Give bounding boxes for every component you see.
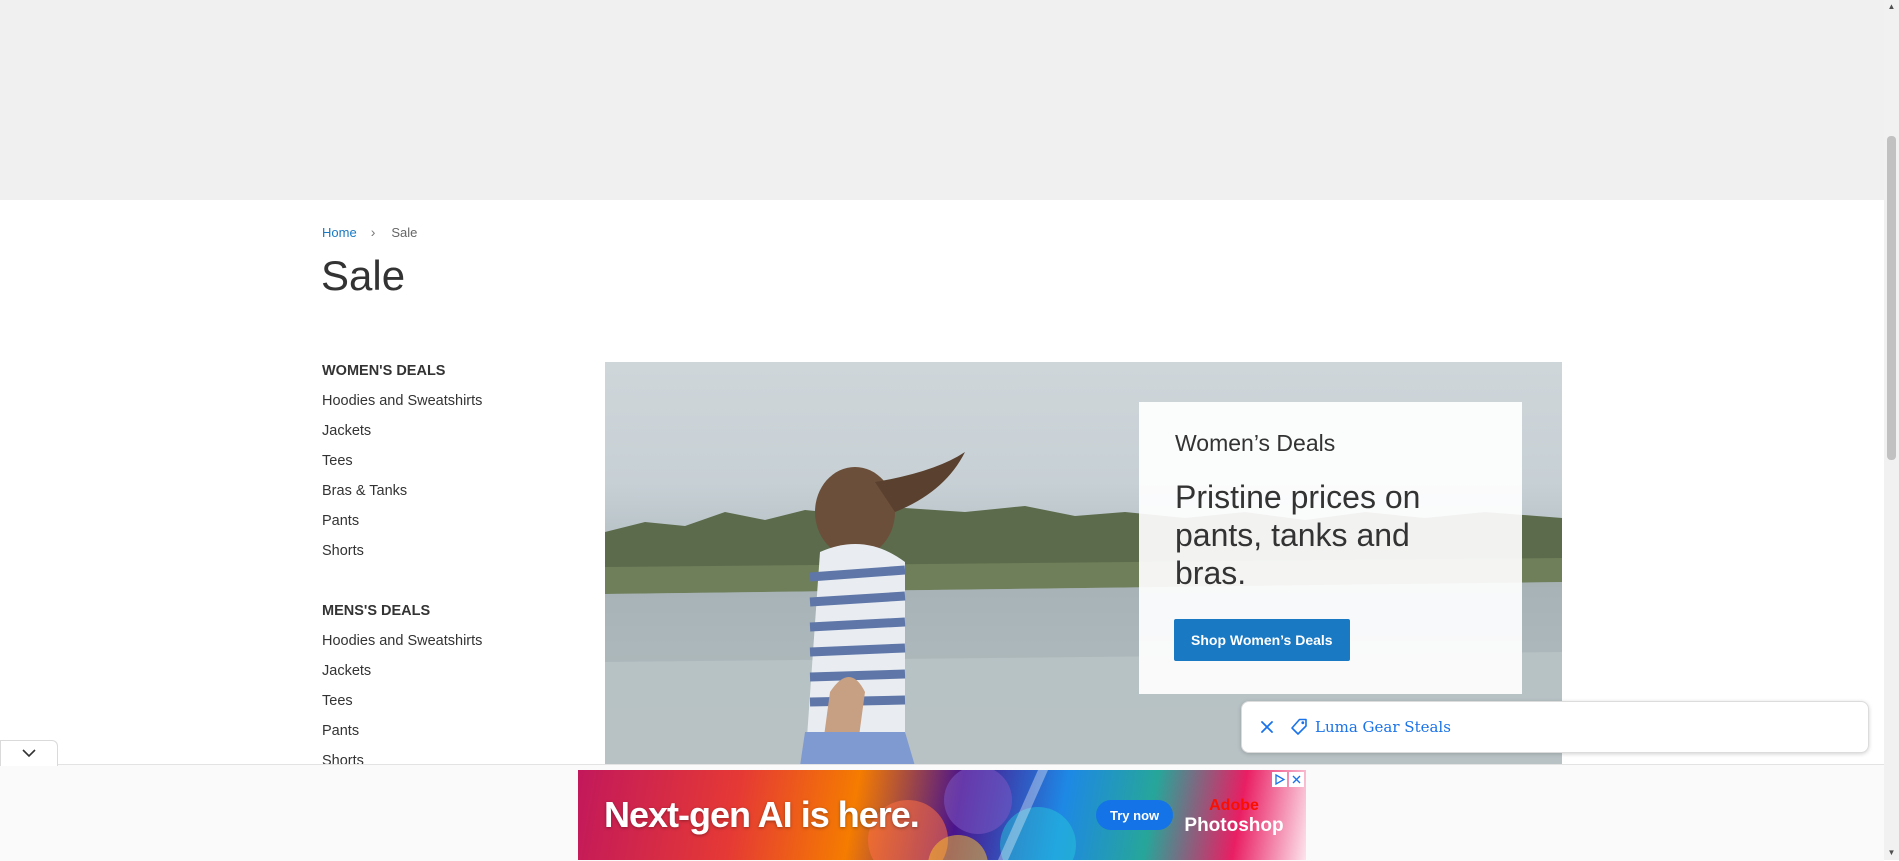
- promo-eyebrow: Women’s Deals: [1175, 430, 1336, 456]
- page-header-area: [0, 0, 1884, 200]
- womens-deals-heading: WOMEN'S DEALS: [322, 363, 446, 379]
- ad-info-icon[interactable]: [1272, 772, 1287, 787]
- tag-icon: [1289, 717, 1309, 737]
- luma-gear-steals-link[interactable]: Luma Gear Steals: [1315, 718, 1451, 736]
- sidebar-item-mens-jackets[interactable]: Jackets: [322, 663, 582, 693]
- scroll-down-icon[interactable]: ▼: [1885, 848, 1898, 858]
- womens-deals-group: WOMEN'S DEALS Hoodies and Sweatshirts Ja…: [322, 363, 582, 573]
- shop-womens-deals-button[interactable]: Shop Women’s Deals: [1174, 619, 1350, 661]
- ad-choices: [1272, 772, 1304, 787]
- ad-collapse-button[interactable]: [0, 740, 58, 766]
- breadcrumb-home-link[interactable]: Home: [322, 225, 357, 240]
- ad-headline: Next-gen AI is here.: [604, 794, 920, 835]
- page-title: Sale: [321, 252, 406, 299]
- sidebar-item-mens-tees[interactable]: Tees: [322, 693, 582, 723]
- deal-notification-toast: Luma Gear Steals: [1241, 701, 1869, 753]
- sidebar-item-womens-hoodies[interactable]: Hoodies and Sweatshirts: [322, 393, 582, 423]
- ad-close-icon[interactable]: [1289, 772, 1304, 787]
- sidebar-item-womens-tees[interactable]: Tees: [322, 453, 582, 483]
- sidebar-item-womens-jackets[interactable]: Jackets: [322, 423, 582, 453]
- mens-deals-group: MENS'S DEALS Hoodies and Sweatshirts Jac…: [322, 603, 582, 783]
- chevron-down-icon: [21, 745, 37, 763]
- scrollbar-thumb[interactable]: [1887, 136, 1896, 460]
- sidebar-item-mens-pants[interactable]: Pants: [322, 723, 582, 753]
- ad-try-now-button[interactable]: Try now: [1096, 800, 1174, 830]
- ad-brand-top: Adobe: [1209, 797, 1259, 814]
- breadcrumb: Home › Sale: [322, 224, 417, 240]
- close-icon[interactable]: [1257, 717, 1277, 737]
- sidebar-item-womens-bras-tanks[interactable]: Bras & Tanks: [322, 483, 582, 513]
- breadcrumb-current: Sale: [391, 224, 418, 240]
- mens-deals-heading: MENS'S DEALS: [322, 603, 431, 619]
- ad-brand-logo: Adobe Photoshop: [1184, 796, 1284, 836]
- promo-card: Women’s Deals Pristine prices on pants, …: [1139, 402, 1522, 694]
- sidebar-item-mens-hoodies[interactable]: Hoodies and Sweatshirts: [322, 633, 582, 663]
- scroll-up-icon[interactable]: ▲: [1885, 2, 1898, 12]
- sidebar-item-womens-shorts[interactable]: Shorts: [322, 543, 582, 573]
- sidebar-nav: WOMEN'S DEALS Hoodies and Sweatshirts Ja…: [322, 363, 582, 783]
- ad-banner[interactable]: Next-gen AI is here. Try now Adobe Photo…: [578, 770, 1306, 860]
- promo-heading: Pristine prices on pants, tanks and bras…: [1175, 479, 1421, 591]
- sidebar-item-womens-pants[interactable]: Pants: [322, 513, 582, 543]
- breadcrumb-separator-icon: ›: [370, 224, 376, 240]
- ad-brand-bottom: Photoshop: [1184, 815, 1284, 836]
